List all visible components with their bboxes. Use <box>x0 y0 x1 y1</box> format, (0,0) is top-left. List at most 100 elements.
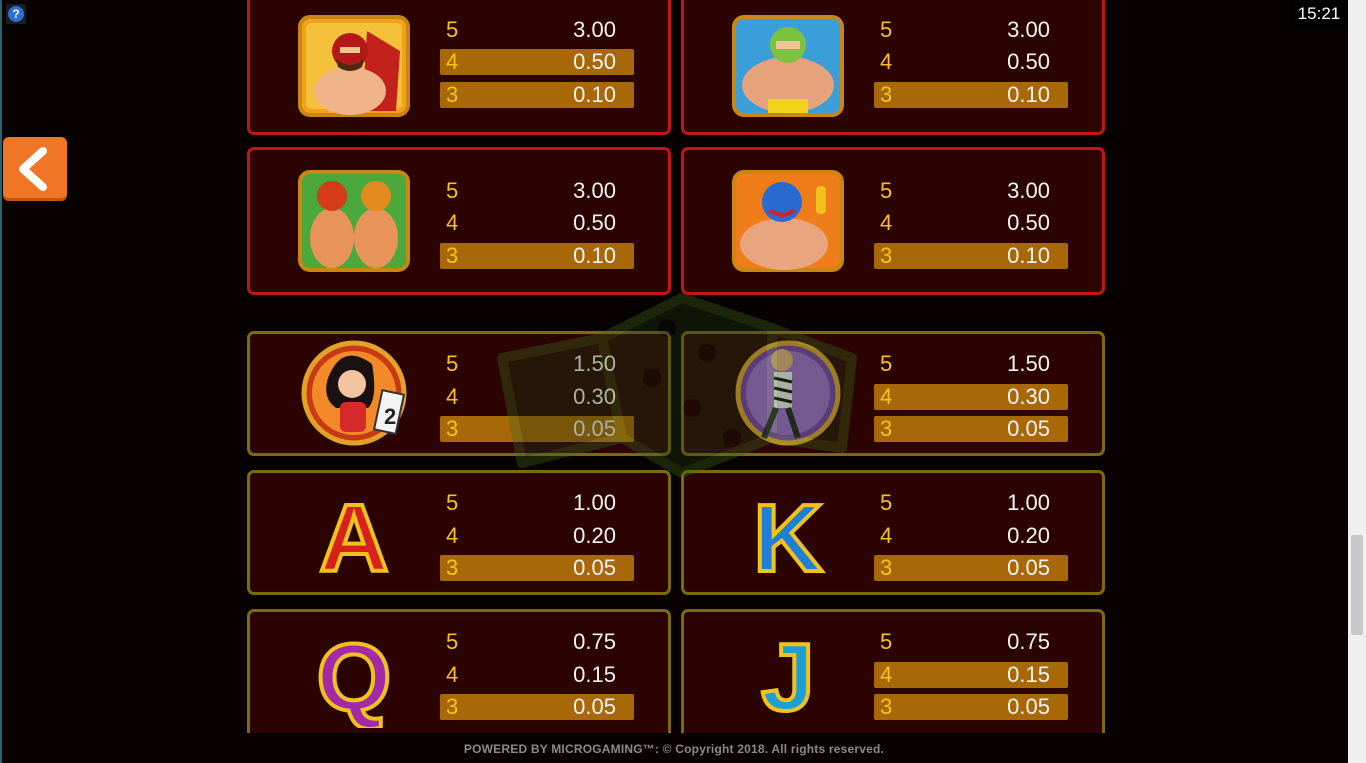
pay-count: 4 <box>880 49 893 74</box>
letter-glyph: A <box>319 485 388 589</box>
symbol-letter-a: A <box>292 479 416 594</box>
pay-count: 5 <box>880 629 893 654</box>
status-clock: 15:21 <box>1290 0 1348 28</box>
paytable-panel-tag-team: 5 3.00 4 0.50 3 0.10 <box>247 147 671 295</box>
pay-row-3: 3 0.10 <box>440 243 634 269</box>
pay-value: 0.15 <box>573 662 616 687</box>
symbol-letter-j: J <box>726 618 850 733</box>
pay-count: 4 <box>446 523 459 548</box>
help-glyph: ? <box>8 6 24 22</box>
pay-row-5: 5 3.00 <box>874 178 1068 204</box>
pay-count: 3 <box>880 694 893 719</box>
pay-value: 0.50 <box>1007 210 1050 235</box>
pay-value: 1.00 <box>573 490 616 515</box>
round-card-number: 2 <box>384 404 396 429</box>
pay-row-4: 4 0.50 <box>440 49 634 75</box>
copyright-footer: POWERED BY MICROGAMING™: © Copyright 201… <box>463 742 885 756</box>
pay-value: 0.15 <box>1007 662 1050 687</box>
pay-row-4: 4 0.50 <box>874 210 1068 236</box>
pay-row-3: 30.05 <box>440 694 634 720</box>
pay-row-3: 3 0.10 <box>874 82 1068 108</box>
pay-row-5: 5 1.00 <box>440 490 634 516</box>
pay-count: 5 <box>880 17 893 42</box>
pay-value: 0.05 <box>1007 694 1050 719</box>
paytable-panel-letter-q: Q 5 0.75 4 0.15 3 0.05 <box>247 609 671 733</box>
pay-value: 0.05 <box>573 694 616 719</box>
back-button[interactable] <box>3 137 67 201</box>
pay-value: 3.00 <box>573 17 616 42</box>
pay-count: 5 <box>880 178 893 203</box>
paytable-panel-letter-k: K 5 1.00 4 0.20 3 0.05 <box>681 470 1105 595</box>
pay-value: 0.50 <box>573 210 616 235</box>
pay-value: 3.00 <box>1007 17 1050 42</box>
pay-value: 0.10 <box>573 243 616 268</box>
pay-row-5: 51.50 <box>874 351 1068 377</box>
pay-row-4: 4 0.15 <box>874 662 1068 688</box>
help-icon[interactable]: ? <box>6 4 26 24</box>
pay-count: 4 <box>880 523 893 548</box>
scrollbar-thumb[interactable] <box>1351 535 1363 635</box>
pay-count: 5 <box>880 490 893 515</box>
symbol-letter-k: K <box>726 479 850 594</box>
pay-row-4: 40.30 <box>874 384 1068 410</box>
symbol-blue-masked-wrestler <box>726 166 850 276</box>
pay-row-3: 3 0.10 <box>440 82 634 108</box>
symbol-tag-team-wrestlers <box>292 166 416 276</box>
pay-count: 4 <box>446 662 459 687</box>
pay-count: 4 <box>446 210 459 235</box>
pay-row-3: 30.05 <box>874 694 1068 720</box>
scrollbar[interactable] <box>1348 0 1366 763</box>
pay-count: 5 <box>880 351 893 376</box>
dice-watermark-icon <box>497 293 857 478</box>
pay-row-4: 4 0.15 <box>440 662 634 688</box>
pay-value: 0.05 <box>1007 555 1050 580</box>
paytable-panel-letter-j: J 5 0.75 4 0.15 3 0.05 <box>681 609 1105 733</box>
pay-count: 4 <box>880 384 893 409</box>
pay-value: 0.10 <box>1007 243 1050 268</box>
symbol-green-masked-muscle-wrestler <box>726 11 850 121</box>
pay-count: 4 <box>446 49 459 74</box>
pay-row-5: 5 0.75 <box>440 629 634 655</box>
pay-row-3: 30.05 <box>874 555 1068 581</box>
pay-count: 5 <box>446 178 459 203</box>
pay-count: 5 <box>446 490 459 515</box>
pay-row-5: 5 3.00 <box>440 178 634 204</box>
pay-count: 4 <box>880 210 893 235</box>
pay-value: 0.05 <box>573 555 616 580</box>
pay-value: 1.00 <box>1007 490 1050 515</box>
letter-glyph: J <box>761 624 814 728</box>
pay-value: 0.10 <box>1007 82 1050 107</box>
pay-count: 3 <box>880 555 893 580</box>
symbol-masked-wrestler-red-cape <box>292 11 416 121</box>
symbol-letter-q: Q <box>292 618 416 733</box>
pay-value: 0.05 <box>1007 416 1050 441</box>
pay-value: 0.30 <box>1007 384 1050 409</box>
pay-count: 5 <box>446 17 459 42</box>
pay-value: 0.75 <box>1007 629 1050 654</box>
pay-count: 3 <box>880 82 893 107</box>
pay-count: 4 <box>446 384 459 409</box>
pay-row-3: 3 0.10 <box>874 243 1068 269</box>
pay-value: 0.75 <box>573 629 616 654</box>
pay-value: 0.50 <box>1007 49 1050 74</box>
pay-value: 0.50 <box>573 49 616 74</box>
paytable-panel-green-wrestler: 5 3.00 4 0.50 3 0.10 <box>681 0 1105 135</box>
pay-value: 1.50 <box>1007 351 1050 376</box>
pay-row-5: 5 3.00 <box>874 17 1068 43</box>
pay-value: 0.10 <box>573 82 616 107</box>
pay-row-3: 30.05 <box>874 416 1068 442</box>
chevron-left-icon <box>19 147 47 191</box>
symbol-ring-girl: 2 <box>292 338 416 448</box>
pay-row-4: 4 0.50 <box>874 49 1068 75</box>
pay-value: 0.20 <box>573 523 616 548</box>
pay-count: 3 <box>880 416 893 441</box>
paytable-panel-masked-wrestler: 5 3.00 4 0.50 3 0.10 <box>247 0 671 135</box>
pay-row-5: 5 1.00 <box>874 490 1068 516</box>
pay-count: 5 <box>446 351 459 376</box>
letter-glyph: K <box>753 485 822 589</box>
pay-row-4: 4 0.20 <box>440 523 634 549</box>
pay-row-5: 5 3.00 <box>440 17 634 43</box>
paytable-panel-letter-a: A 5 1.00 4 0.20 3 0.05 <box>247 470 671 595</box>
pay-count: 5 <box>446 629 459 654</box>
pay-count: 3 <box>446 82 459 107</box>
